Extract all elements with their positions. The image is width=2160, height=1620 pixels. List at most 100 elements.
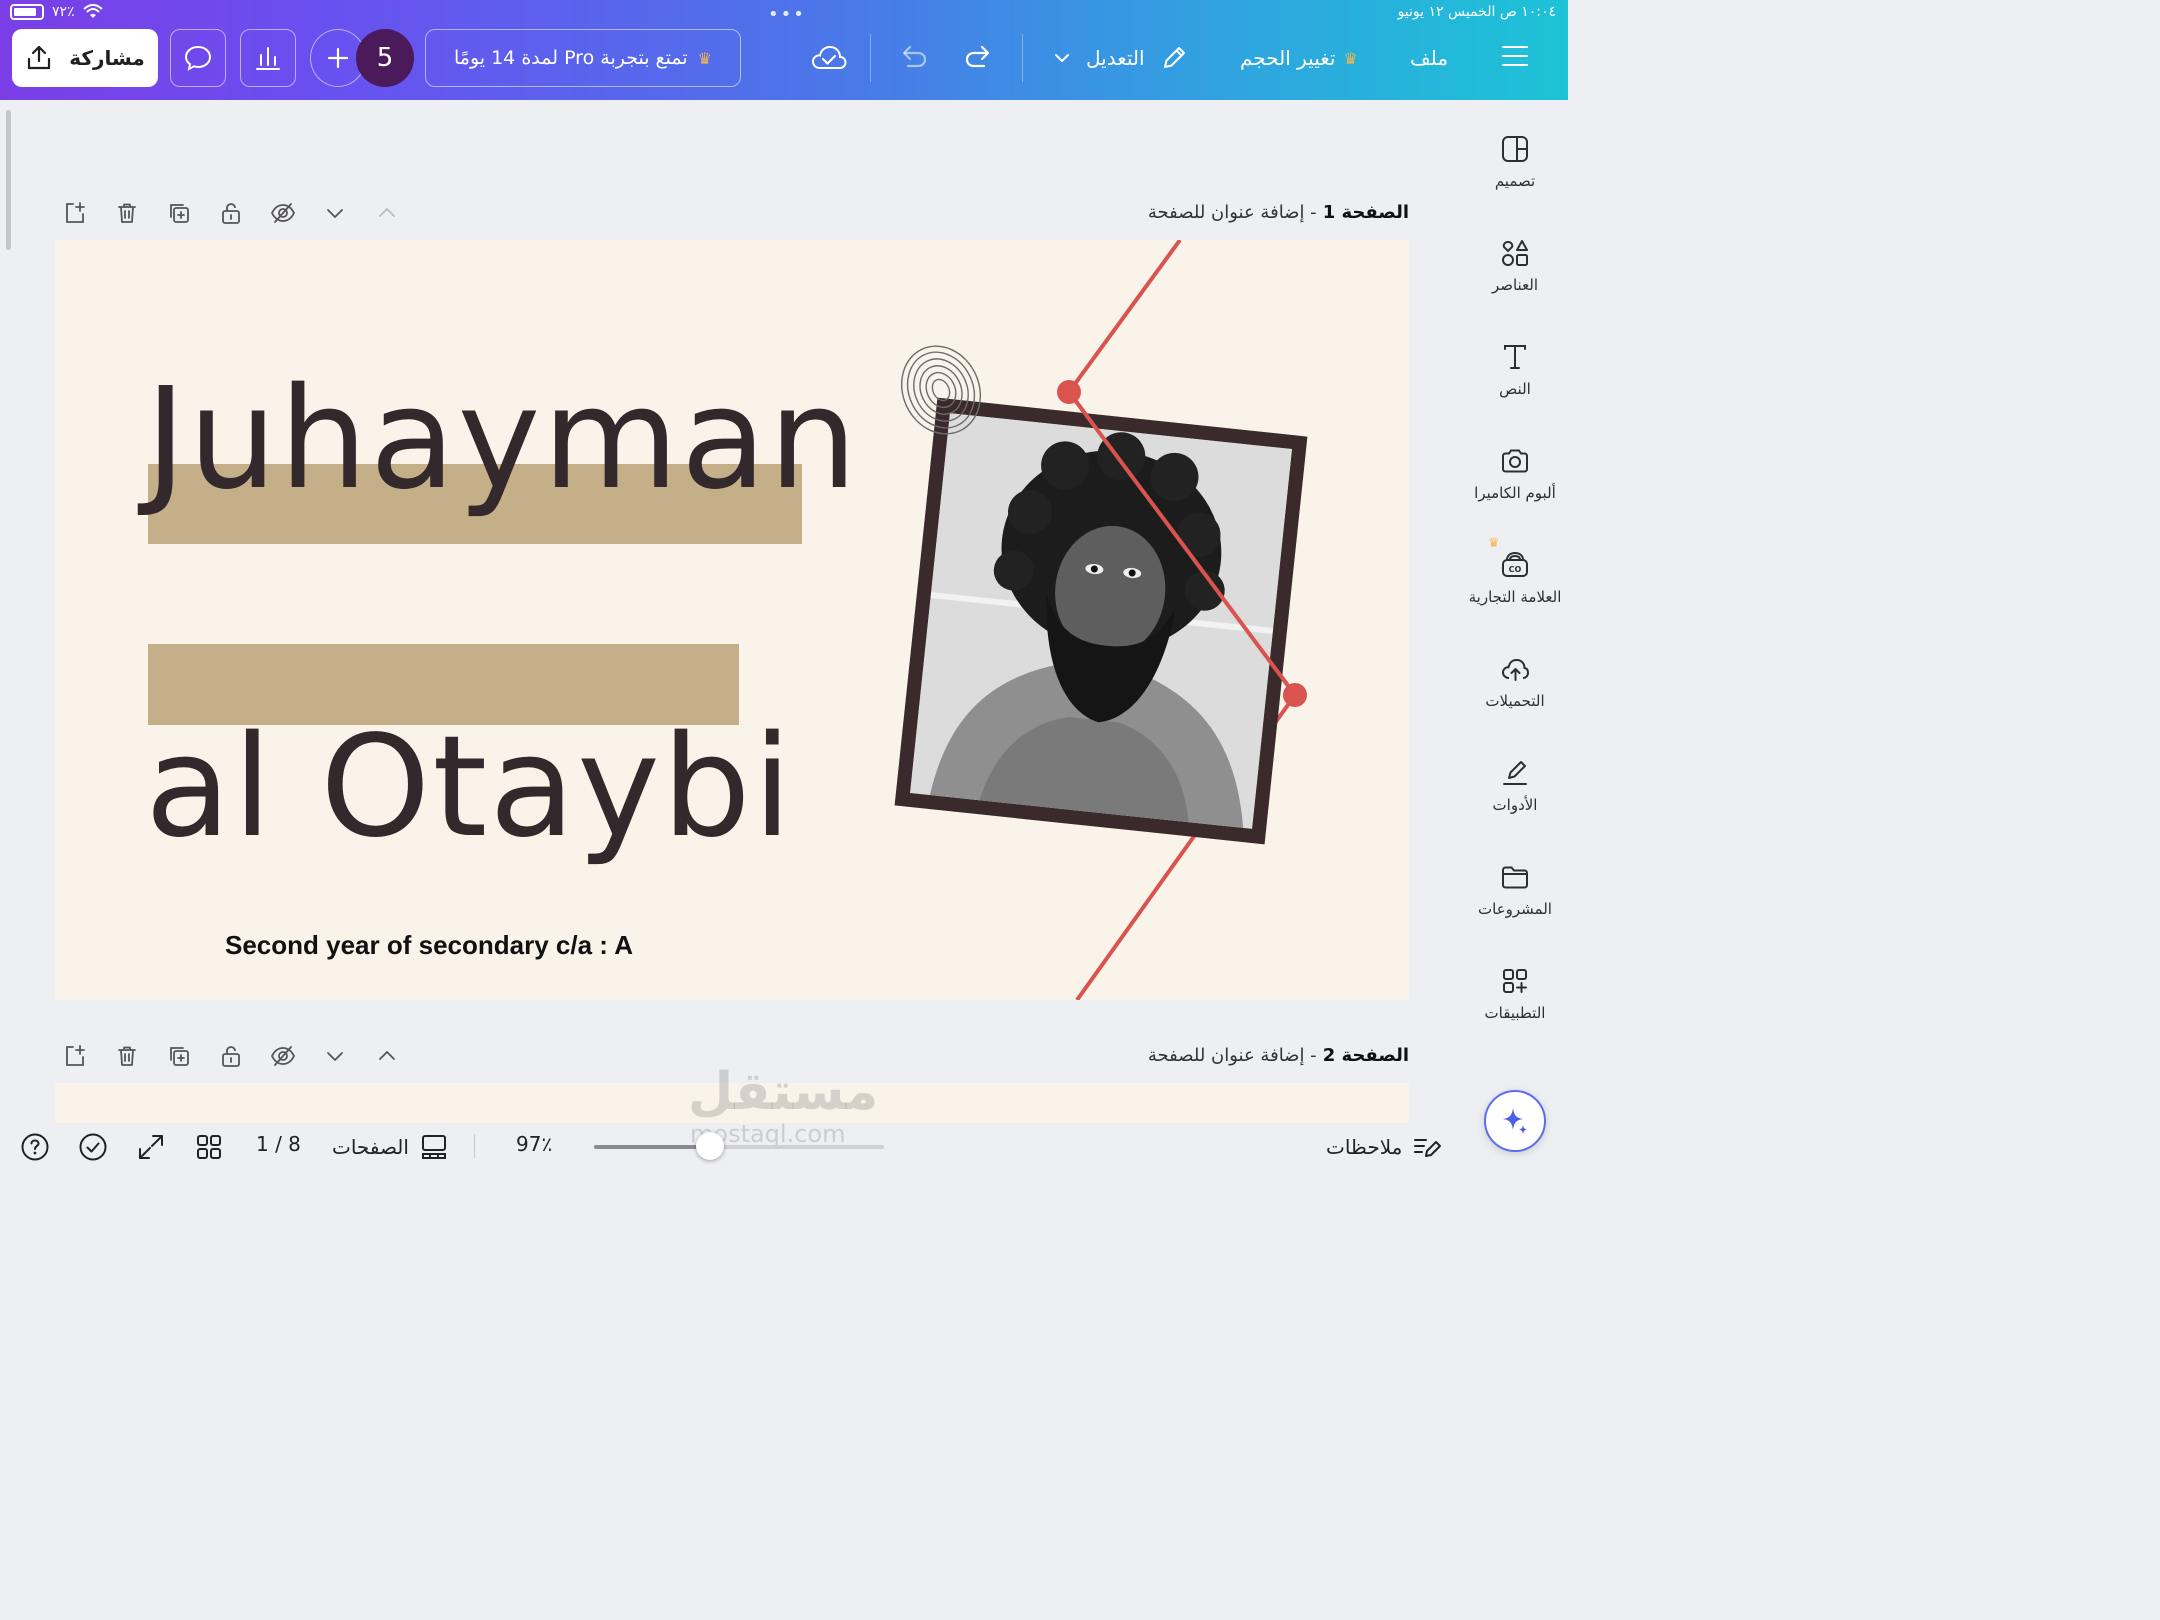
- sidebar-item-tools[interactable]: الأدوات: [1462, 758, 1568, 814]
- sidebar-item-text[interactable]: النص: [1462, 342, 1568, 398]
- resize-menu[interactable]: ♛ تغيير الحجم: [1240, 36, 1358, 80]
- zoom-slider[interactable]: [594, 1132, 884, 1160]
- check-button[interactable]: [78, 1132, 108, 1162]
- camera-icon: [1502, 449, 1528, 473]
- toolbar-divider: [1022, 34, 1023, 82]
- hamburger-menu-icon[interactable]: [1502, 46, 1528, 73]
- check-circle-icon: [79, 1133, 107, 1161]
- move-page-up-button[interactable]: [374, 200, 400, 226]
- lock-page-button[interactable]: [218, 1043, 244, 1069]
- sidebar-item-brand[interactable]: ♛ CO العلامة التجارية: [1462, 536, 1568, 606]
- chevron-up-icon: [379, 208, 395, 217]
- undo-icon[interactable]: [896, 40, 930, 74]
- notes-button[interactable]: ملاحظات: [1326, 1132, 1442, 1162]
- page-number: الصفحة 1: [1322, 202, 1409, 223]
- page-title-placeholder: - إضافة عنوان للصفحة: [1147, 202, 1317, 223]
- add-page-button[interactable]: [62, 200, 88, 226]
- duplicate-icon: [170, 1047, 189, 1066]
- sidebar-item-apps[interactable]: التطبيقات: [1462, 966, 1568, 1022]
- redo-icon[interactable]: [962, 40, 996, 74]
- accent-dots-layer: [1057, 380, 1307, 707]
- sidebar-item-label: تصميم: [1494, 172, 1536, 190]
- sidebar-item-projects[interactable]: المشروعات: [1462, 862, 1568, 918]
- unlock-icon: [222, 203, 240, 224]
- magic-assistant-button[interactable]: [1484, 1090, 1546, 1152]
- accent-dot: [1283, 683, 1307, 707]
- edit-menu[interactable]: التعديل: [1052, 36, 1189, 80]
- add-page-icon: [66, 202, 85, 223]
- unlock-icon: [222, 1046, 240, 1067]
- apps-icon: [1503, 969, 1527, 993]
- crown-icon: ♛: [1488, 536, 1500, 551]
- hide-page-button[interactable]: [270, 200, 296, 226]
- notes-label: ملاحظات: [1326, 1135, 1403, 1159]
- move-page-down-button[interactable]: [322, 200, 348, 226]
- fullscreen-button[interactable]: [136, 1132, 166, 1162]
- pages-button[interactable]: الصفحات: [332, 1132, 449, 1162]
- status-time-date: ١٠:٠٤ ص الخميس ١٢ يونيو: [1397, 4, 1556, 20]
- help-icon: [21, 1133, 49, 1161]
- accent-dot: [1057, 380, 1081, 404]
- vertical-scrollbar[interactable]: [6, 110, 11, 250]
- page-indicator: 1 / 8: [256, 1132, 301, 1156]
- slide-title-line1[interactable]: Juhayman: [145, 370, 859, 510]
- pro-trial-button[interactable]: ♛ تمتع بتجربة Pro لمدة 14 يومًا: [425, 29, 741, 87]
- battery-icon: [10, 4, 44, 20]
- draw-tool-icon: [1503, 761, 1527, 785]
- bar-chart-icon: [256, 47, 280, 70]
- zoom-value[interactable]: 97٪: [516, 1132, 552, 1156]
- move-page-up-button[interactable]: [374, 1043, 400, 1069]
- page-title-placeholder: - إضافة عنوان للصفحة: [1147, 1045, 1317, 1066]
- crown-icon: ♛: [1343, 48, 1358, 68]
- edit-label: التعديل: [1086, 46, 1145, 70]
- lock-page-button[interactable]: [218, 200, 244, 226]
- file-menu[interactable]: ملف: [1410, 36, 1448, 80]
- pro-trial-label: تمتع بتجربة Pro لمدة 14 يومًا: [453, 47, 688, 69]
- cloud-saved-icon[interactable]: [810, 40, 848, 76]
- add-page-icon: [66, 1045, 85, 1066]
- upload-cloud-icon: [1501, 658, 1530, 681]
- delete-page-button[interactable]: [114, 1043, 140, 1069]
- grid-view-button[interactable]: [194, 1132, 224, 1162]
- shapes-icon: [1502, 240, 1528, 266]
- share-label: مشاركة: [69, 46, 145, 70]
- sidebar-item-camera-roll[interactable]: ألبوم الكاميرا: [1462, 446, 1568, 502]
- duplicate-page-button[interactable]: [166, 1043, 192, 1069]
- add-page-button[interactable]: [62, 1043, 88, 1069]
- sidebar-item-label: النص: [1499, 380, 1531, 398]
- collaborator-count-badge[interactable]: 5: [356, 29, 414, 87]
- chevron-down-icon: [327, 1052, 343, 1061]
- chevron-down-icon: [1055, 54, 1069, 62]
- fingerprint-icon[interactable]: [891, 342, 991, 438]
- zoom-slider-handle[interactable]: [696, 1132, 724, 1160]
- sidebar-item-design[interactable]: تصميم: [1462, 134, 1568, 190]
- delete-page-button[interactable]: [114, 200, 140, 226]
- slide-subtitle[interactable]: Second year of secondary c/a : A: [225, 930, 633, 961]
- eye-off-icon: [270, 1046, 296, 1066]
- sidebar-item-elements[interactable]: العناصر: [1462, 238, 1568, 294]
- insights-button[interactable]: [240, 29, 296, 87]
- slide-title-line2[interactable]: al Otaybi: [145, 718, 794, 858]
- sidebar-item-label: ألبوم الكاميرا: [1474, 484, 1556, 502]
- page-2-title[interactable]: الصفحة 2 - إضافة عنوان للصفحة: [1148, 1045, 1409, 1066]
- text-icon: [1504, 345, 1526, 369]
- duplicate-page-button[interactable]: [166, 200, 192, 226]
- pages-label: الصفحات: [332, 1135, 409, 1159]
- sidebar-item-label: التحميلات: [1485, 692, 1545, 710]
- duplicate-icon: [170, 204, 189, 223]
- share-button[interactable]: مشاركة: [12, 29, 158, 87]
- page-1-title[interactable]: الصفحة 1 - إضافة عنوان للصفحة: [1148, 202, 1409, 223]
- page-number: الصفحة 2: [1322, 1045, 1409, 1066]
- hide-page-button[interactable]: [270, 1043, 296, 1069]
- slide-canvas[interactable]: Juhayman al Otaybi Second year of second…: [55, 240, 1409, 1000]
- help-button[interactable]: [20, 1132, 50, 1162]
- pages-icon: [421, 1135, 446, 1159]
- notes-icon: [1414, 1139, 1442, 1157]
- sidebar-item-uploads[interactable]: التحميلات: [1462, 654, 1568, 710]
- comment-button[interactable]: [170, 29, 226, 87]
- page-2-tools: [62, 1043, 400, 1069]
- multitask-dots-icon[interactable]: •••: [768, 4, 806, 25]
- move-page-down-button[interactable]: [322, 1043, 348, 1069]
- trash-icon: [118, 203, 136, 223]
- chevron-up-icon: [379, 1051, 395, 1060]
